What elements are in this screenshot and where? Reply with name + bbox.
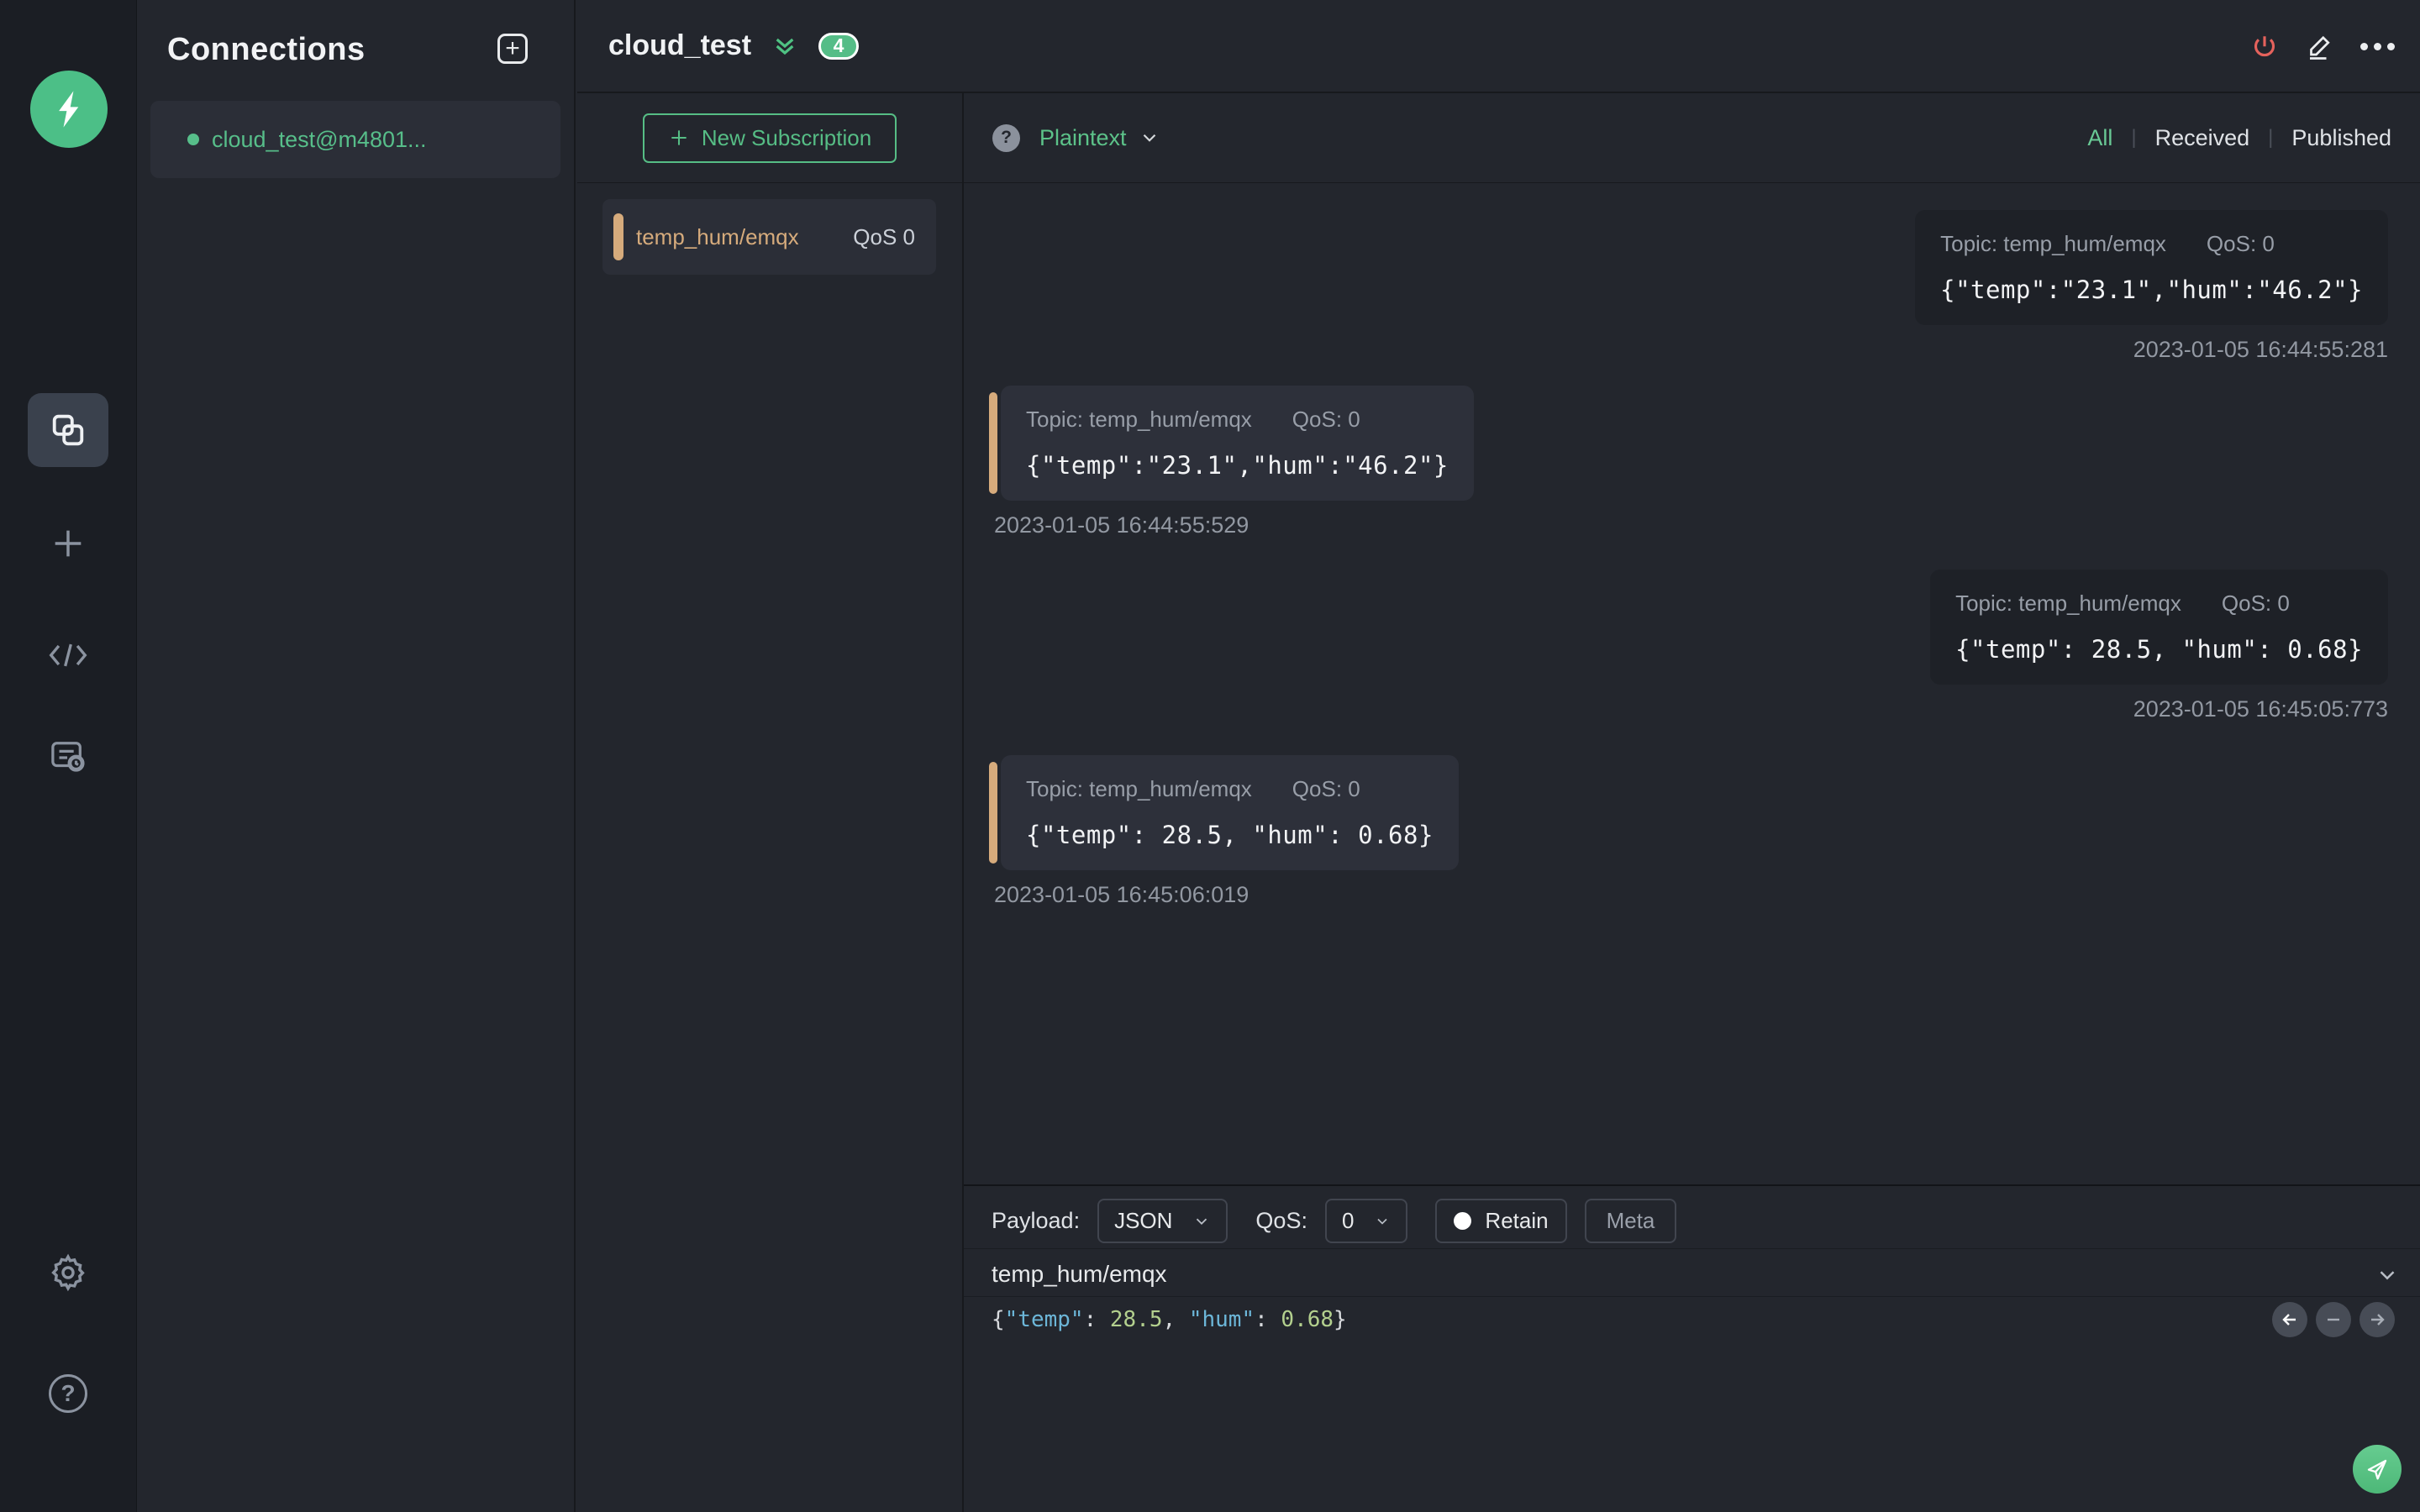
history-navigation — [2272, 1302, 2395, 1337]
message-topic: Topic: temp_hum/emqx — [1940, 231, 2166, 256]
connections-icon — [52, 414, 84, 446]
help-icon: ? — [49, 1374, 87, 1413]
message-timestamp: 2023-01-05 16:44:55:529 — [994, 512, 1249, 538]
connection-header: cloud_test 4 — [577, 0, 2420, 93]
rail-script-button[interactable] — [48, 638, 88, 672]
message-qos: QoS: 0 — [2221, 591, 2290, 616]
rail-connections-button[interactable] — [28, 393, 108, 467]
message-topic: Topic: temp_hum/emqx — [1026, 407, 1252, 432]
log-icon — [51, 742, 85, 772]
pencil-icon — [2310, 35, 2330, 60]
chevron-down-icon[interactable] — [1139, 127, 1160, 149]
payload-editor[interactable]: {"temp": 28.5, "hum": 0.68} — [964, 1296, 2420, 1332]
rail-help-button[interactable]: ? — [49, 1374, 87, 1413]
send-button[interactable] — [2353, 1445, 2402, 1494]
message-published: Topic: temp_hum/emqx QoS: 0 {"temp": 28.… — [1930, 570, 2388, 722]
message-timestamp: 2023-01-05 16:45:05:773 — [2133, 696, 2388, 722]
message-bubble[interactable]: Topic: temp_hum/emqx QoS: 0 {"temp":"23.… — [989, 386, 1474, 501]
connection-list-item[interactable]: cloud_test@m4801... — [150, 101, 560, 178]
payload-format-help-icon[interactable]: ? — [992, 123, 1020, 152]
power-icon — [2254, 35, 2275, 56]
connections-panel: Connections + cloud_test@m4801... — [138, 0, 576, 1512]
chevron-down-icon — [1192, 1212, 1211, 1231]
main-area: cloud_test 4 New Subscription temp_hum/e… — [577, 0, 2420, 1512]
more-options-button[interactable] — [2360, 43, 2395, 50]
add-connection-button[interactable]: + — [497, 34, 528, 64]
mqttx-logo — [30, 71, 108, 148]
message-qos: QoS: 0 — [1292, 407, 1360, 432]
publish-composer: Payload: JSON QoS: 0 Retain Meta temp_hu… — [964, 1184, 2420, 1512]
header-actions — [2249, 0, 2395, 93]
send-icon — [2367, 1459, 2387, 1480]
payload-label: Payload: — [992, 1208, 1081, 1233]
qos-dropdown[interactable]: 0 — [1324, 1199, 1408, 1243]
retain-dot-icon — [1454, 1212, 1472, 1230]
minus-icon — [2328, 1318, 2339, 1321]
message-payload: {"temp": 28.5, "hum": 0.68} — [1026, 821, 1434, 849]
rail-log-button[interactable] — [49, 739, 87, 774]
rail-new-connection-button[interactable] — [49, 524, 87, 563]
code-icon — [49, 643, 87, 667]
plus-icon — [55, 530, 82, 557]
new-subscription-button[interactable]: New Subscription — [642, 113, 897, 163]
message-payload: {"temp":"23.1","hum":"46.2"} — [1026, 451, 1449, 480]
subscription-color-bar — [613, 213, 623, 260]
payload-format-dropdown[interactable]: JSON — [1097, 1199, 1228, 1243]
disconnect-button[interactable] — [2249, 32, 2280, 62]
message-list[interactable]: Topic: temp_hum/emqx QoS: 0 {"temp":"23.… — [964, 183, 2420, 1184]
message-filters: All | Received | Published — [2087, 124, 2391, 151]
message-bubble[interactable]: Topic: temp_hum/emqx QoS: 0 {"temp": 28.… — [1930, 570, 2388, 685]
message-topic: Topic: temp_hum/emqx — [1026, 776, 1252, 801]
subscriptions-column: New Subscription temp_hum/emqx QoS 0 — [577, 93, 964, 1512]
collapse-composer-icon[interactable] — [2375, 1263, 2400, 1288]
message-published: Topic: temp_hum/emqx QoS: 0 {"temp":"23.… — [1915, 210, 2388, 363]
message-payload: {"temp":"23.1","hum":"46.2"} — [1940, 276, 2363, 304]
meta-button[interactable]: Meta — [1584, 1199, 1677, 1243]
connection-title: cloud_test — [608, 29, 752, 61]
message-timestamp: 2023-01-05 16:45:06:019 — [994, 882, 1249, 907]
message-count-badge: 4 — [818, 32, 860, 60]
history-prev-button[interactable] — [2272, 1302, 2307, 1337]
filter-all[interactable]: All — [2087, 125, 2112, 151]
message-received: Topic: temp_hum/emqx QoS: 0 {"temp":"23.… — [989, 386, 1474, 538]
collapse-connection-icon[interactable] — [771, 33, 798, 60]
payload-format-select[interactable]: Plaintext — [1039, 125, 1127, 151]
plus-icon: + — [505, 34, 520, 62]
history-clear-button[interactable] — [2316, 1302, 2351, 1337]
topic-input[interactable]: temp_hum/emqx — [992, 1261, 1167, 1287]
chevron-down-icon — [1374, 1213, 1391, 1230]
retain-toggle[interactable]: Retain — [1435, 1199, 1567, 1243]
qos-label: QoS: — [1255, 1208, 1307, 1233]
rail-settings-button[interactable] — [48, 1252, 88, 1293]
message-bubble[interactable]: Topic: temp_hum/emqx QoS: 0 {"temp": 28.… — [989, 755, 1459, 870]
message-received: Topic: temp_hum/emqx QoS: 0 {"temp": 28.… — [989, 755, 1459, 908]
gear-icon — [51, 1253, 85, 1292]
message-timestamp: 2023-01-05 16:44:55:281 — [2133, 337, 2388, 362]
connection-name: cloud_test@m4801... — [212, 126, 427, 152]
message-bubble[interactable]: Topic: temp_hum/emqx QoS: 0 {"temp":"23.… — [1915, 210, 2388, 325]
lightning-bolt-icon — [59, 91, 79, 128]
subscription-topic: temp_hum/emqx — [636, 223, 799, 249]
connections-title: Connections — [167, 32, 366, 67]
filter-published[interactable]: Published — [2291, 125, 2391, 151]
icon-rail: ? — [0, 0, 137, 1512]
history-next-button[interactable] — [2360, 1302, 2395, 1337]
message-qos: QoS: 0 — [1292, 776, 1360, 801]
messages-column: ? Plaintext All | Received | Published T… — [964, 93, 2420, 1512]
connected-status-dot — [187, 134, 199, 145]
plus-icon — [671, 130, 687, 145]
message-payload: {"temp": 28.5, "hum": 0.68} — [1955, 635, 2363, 664]
message-qos: QoS: 0 — [2206, 231, 2275, 256]
subscription-item[interactable]: temp_hum/emqx QoS 0 — [602, 199, 936, 275]
messages-toolbar: ? Plaintext All | Received | Published — [964, 93, 2420, 183]
filter-received[interactable]: Received — [2155, 125, 2250, 151]
message-topic: Topic: temp_hum/emqx — [1955, 591, 2181, 616]
arrow-right-icon — [2371, 1314, 2385, 1326]
subscription-qos: QoS 0 — [853, 223, 915, 249]
arrow-left-icon — [2282, 1314, 2296, 1326]
edit-connection-button[interactable] — [2305, 32, 2335, 62]
ellipsis-icon — [2360, 43, 2368, 50]
